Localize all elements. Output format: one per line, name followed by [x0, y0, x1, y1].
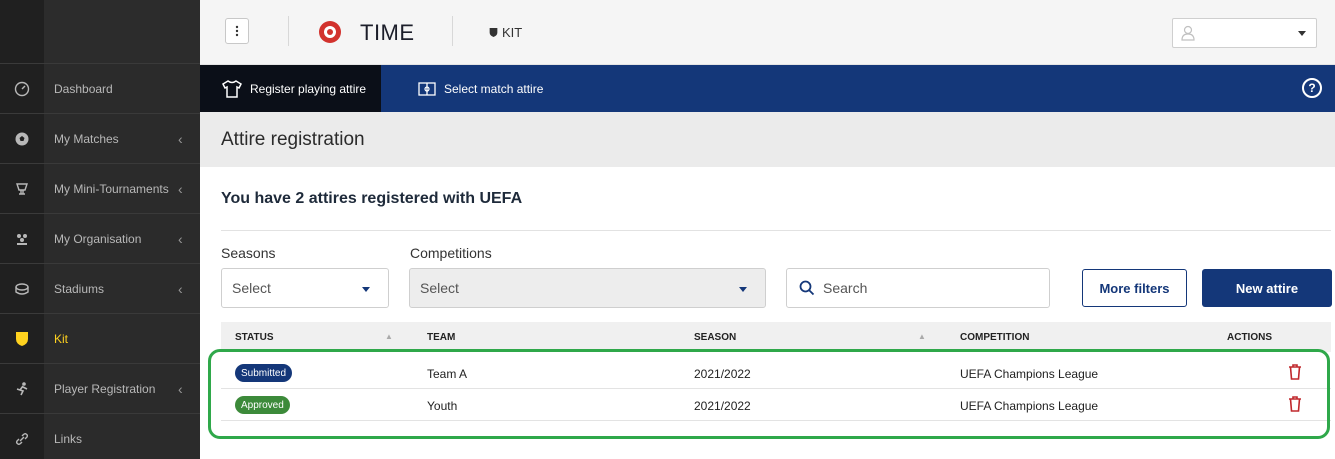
help-icon[interactable]: ? [1302, 78, 1322, 98]
sidebar-item-links[interactable]: Links [0, 413, 200, 459]
caret-down-icon [1298, 31, 1306, 36]
pitch-icon [418, 81, 436, 96]
sidebar-item-label: Links [54, 431, 83, 446]
stadium-icon [0, 264, 44, 313]
competitions-select[interactable]: Select [409, 268, 766, 308]
page-title: Attire registration [221, 129, 365, 150]
sidebar-item-dashboard[interactable]: Dashboard [0, 63, 200, 113]
sidebar-item-label: Player Registration [54, 381, 156, 396]
nav-bar: Register playing attire Select match att… [200, 65, 1335, 112]
module-label: KIT [489, 25, 522, 40]
sidebar-item-label: My Matches [54, 131, 119, 146]
seasons-select-value: Select [232, 280, 271, 296]
chevron-left-icon: ‹ [178, 280, 183, 297]
shield-icon [489, 28, 498, 37]
sidebar-item-label: Kit [54, 331, 69, 346]
gauge-icon [0, 64, 44, 113]
chevron-left-icon: ‹ [178, 180, 183, 197]
chevron-left-icon: ‹ [178, 380, 183, 397]
app-brand: TIME [360, 20, 415, 45]
highlight-annotation [208, 349, 1330, 439]
football-icon [0, 114, 44, 163]
sidebar-item-label: My Organisation [54, 231, 142, 246]
page-subtitle: You have 2 attires registered with UEFA [221, 190, 523, 207]
chevron-left-icon: ‹ [178, 130, 183, 147]
column-header-competition[interactable]: COMPETITION [960, 332, 1029, 343]
search-input[interactable]: Search [786, 268, 1050, 308]
sort-asc-icon[interactable]: ▲ [918, 332, 926, 341]
sidebar-item-my-matches[interactable]: My Matches ‹ [0, 113, 200, 163]
uefa-logo [318, 20, 342, 44]
sidebar-item-kit[interactable]: Kit [0, 313, 200, 363]
trophy-icon [0, 164, 44, 213]
sidebar-item-my-mini-tournaments[interactable]: My Mini-Tournaments ‹ [0, 163, 200, 213]
sidebar-header [0, 0, 200, 63]
search-icon [799, 280, 815, 296]
chevron-left-icon: ‹ [178, 230, 183, 247]
column-header-status[interactable]: STATUS [235, 332, 274, 343]
column-header-actions: ACTIONS [1227, 332, 1272, 343]
shield-icon [0, 314, 44, 363]
divider [221, 230, 1331, 231]
tab-select-match-attire[interactable]: Select match attire [418, 65, 543, 112]
divider [452, 16, 453, 46]
menu-button[interactable] [225, 18, 249, 44]
sidebar: Dashboard My Matches ‹ My Mini-Tournamen… [0, 0, 200, 459]
sidebar-item-my-organisation[interactable]: My Organisation ‹ [0, 213, 200, 263]
sidebar-item-player-registration[interactable]: Player Registration ‹ [0, 363, 200, 413]
seasons-label: Seasons [221, 245, 276, 261]
seasons-select[interactable]: Select [221, 268, 389, 308]
sort-asc-icon[interactable]: ▲ [385, 332, 393, 341]
link-icon [0, 414, 44, 459]
tab-register-playing-attire[interactable]: Register playing attire [200, 65, 382, 112]
top-bar: TIME KIT [200, 0, 1335, 65]
divider [288, 16, 289, 46]
tab-label: Select match attire [444, 81, 544, 96]
people-icon [0, 214, 44, 263]
new-attire-button[interactable]: New attire [1202, 269, 1332, 307]
caret-down-icon [739, 287, 747, 292]
sidebar-item-stadiums[interactable]: Stadiums ‹ [0, 263, 200, 313]
module-name: KIT [502, 25, 523, 40]
column-header-season[interactable]: SEASON [694, 332, 736, 343]
tab-label: Register playing attire [250, 81, 367, 96]
search-placeholder: Search [823, 280, 868, 296]
competitions-select-value: Select [420, 280, 459, 296]
caret-down-icon [362, 287, 370, 292]
sidebar-item-label: My Mini-Tournaments [54, 181, 169, 196]
sidebar-item-label: Dashboard [54, 81, 113, 96]
shirt-icon [222, 79, 242, 98]
page-header: Attire registration [200, 112, 1335, 167]
kebab-icon [235, 25, 239, 37]
sidebar-item-label: Stadiums [54, 281, 105, 296]
more-filters-button[interactable]: More filters [1082, 269, 1187, 307]
runner-icon [0, 364, 44, 413]
table-header: STATUS ▲ TEAM SEASON ▲ COMPETITION ACTIO… [221, 322, 1331, 352]
column-header-team[interactable]: TEAM [427, 332, 455, 343]
competitions-label: Competitions [410, 245, 492, 261]
user-dropdown[interactable] [1172, 18, 1317, 48]
user-icon [1181, 25, 1195, 41]
